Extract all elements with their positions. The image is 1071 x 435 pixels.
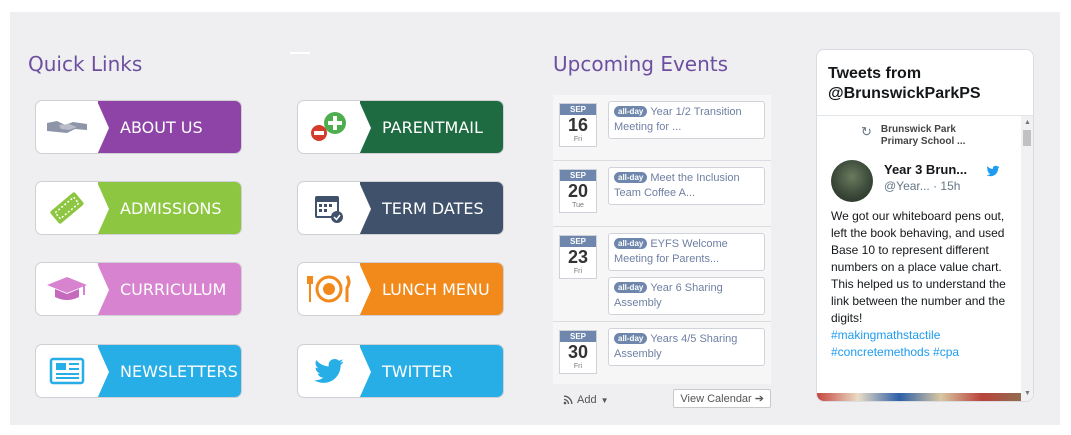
ticket-icon	[36, 182, 98, 234]
twitter-bird-icon	[986, 165, 1000, 177]
event-date: SEP 23 Fri	[559, 235, 597, 279]
tweet-handle: @Year... · 15h	[884, 179, 961, 193]
tweet-text: We got our whiteboard pens out, left the…	[831, 208, 1016, 361]
graduation-cap-icon	[36, 263, 98, 315]
scrollbar[interactable]: ▲ ▼	[1021, 116, 1033, 401]
all-day-badge: all-day	[614, 238, 648, 249]
event-group: SEP 23 Fri all-day EYFS Welcome Meeting f…	[553, 227, 771, 322]
hashtag-link[interactable]: #makingmathstactile	[831, 328, 940, 342]
quick-links-title: Quick Links	[28, 52, 143, 76]
all-day-badge: all-day	[614, 282, 648, 293]
event-group: SEP 30 Fri all-day Years 4/5 Sharing Asse…	[553, 322, 771, 384]
rss-icon	[563, 395, 573, 405]
tweet-author[interactable]: Year 3 Brun...	[884, 162, 967, 177]
event-day: 30	[567, 342, 589, 362]
view-calendar-button[interactable]: View Calendar ➔	[673, 389, 771, 408]
event-weekday: Fri	[573, 136, 583, 143]
tweet-image[interactable]	[817, 393, 1023, 401]
tweet-body: We got our whiteboard pens out, left the…	[831, 209, 1006, 325]
scrollbar-thumb[interactable]	[1023, 130, 1031, 146]
events-title: Upcoming Events	[553, 52, 729, 76]
tweet[interactable]: ↻ Brunswick Park Primary School ... Year…	[817, 116, 1023, 401]
event-day: 23	[567, 247, 589, 267]
quick-link-twitter[interactable]: TWITTER	[297, 344, 504, 398]
event-item[interactable]: all-day Meet the Inclusion Team Coffee A.…	[608, 167, 765, 205]
events-footer: Add ▼ View Calendar ➔	[553, 388, 771, 410]
quick-link-about-us[interactable]: ABOUT US	[35, 100, 242, 154]
caret-down-icon: ▼	[600, 395, 609, 405]
quick-link-label: PARENTMAIL	[359, 101, 503, 153]
scroll-up-icon[interactable]: ▲	[1024, 119, 1031, 126]
add-feed-button[interactable]: Add ▼	[563, 394, 609, 406]
event-weekday: Fri	[573, 268, 583, 275]
events-list: SEP 16 Fri all-day Year 1/2 Transition Me…	[553, 95, 771, 384]
top-strip	[0, 0, 1071, 10]
quick-link-label: ABOUT US	[97, 101, 241, 153]
quick-link-label: NEWSLETTERS	[97, 345, 241, 397]
event-item[interactable]: all-day Years 4/5 Sharing Assembly	[608, 328, 765, 366]
event-weekday: Fri	[573, 363, 583, 370]
add-mail-icon	[298, 101, 360, 153]
quick-link-newsletters[interactable]: NEWSLETTERS	[35, 344, 242, 398]
avatar[interactable]	[831, 160, 873, 202]
retweet-icon: ↻	[861, 124, 872, 139]
event-month: SEP	[560, 170, 596, 181]
hashtag-link[interactable]: #concretemethods #cpa	[831, 345, 959, 359]
event-weekday: Tue	[572, 202, 584, 209]
quick-link-label: CURRICULUM	[97, 263, 241, 315]
quick-link-admissions[interactable]: ADMISSIONS	[35, 181, 242, 235]
event-item[interactable]: all-day Year 1/2 Transition Meeting for .…	[608, 101, 765, 139]
quick-link-label: TERM DATES	[359, 182, 503, 234]
quick-link-curriculum[interactable]: CURRICULUM	[35, 262, 242, 316]
twitter-bird-icon	[298, 345, 360, 397]
retweet-line: ↻ Brunswick Park Primary School ...	[861, 124, 991, 148]
scroll-down-icon[interactable]: ▼	[1024, 390, 1031, 397]
event-month: SEP	[560, 236, 596, 247]
event-date: SEP 30 Fri	[559, 330, 597, 374]
all-day-badge: all-day	[614, 172, 648, 183]
event-date: SEP 20 Tue	[559, 169, 597, 213]
event-day: 16	[567, 115, 589, 135]
event-item[interactable]: all-day Year 6 Sharing Assembly	[608, 277, 765, 315]
event-item[interactable]: all-day EYFS Welcome Meeting for Parents.…	[608, 233, 765, 271]
event-day: 20	[567, 181, 589, 201]
quick-link-lunch-menu[interactable]: LUNCH MENU	[297, 262, 504, 316]
quick-link-label: ADMISSIONS	[97, 182, 241, 234]
event-month: SEP	[560, 104, 596, 115]
quick-link-label: LUNCH MENU	[359, 263, 503, 315]
event-group: SEP 20 Tue all-day Meet the Inclusion Tea…	[553, 161, 771, 227]
event-date: SEP 16 Fri	[559, 103, 597, 147]
handshake-icon	[36, 101, 98, 153]
quick-link-label: TWITTER	[359, 345, 503, 397]
all-day-badge: all-day	[614, 333, 648, 344]
quick-link-parentmail[interactable]: PARENTMAIL	[297, 100, 504, 154]
add-label: Add	[577, 394, 597, 406]
newspaper-icon	[36, 345, 98, 397]
all-day-badge: all-day	[614, 106, 648, 117]
quick-link-term-dates[interactable]: TERM DATES	[297, 181, 504, 235]
twitter-widget-title: Tweets from @BrunswickParkPS	[828, 65, 981, 102]
title-divider	[290, 52, 310, 54]
twitter-timeline-widget: Tweets from @BrunswickParkPS ↻ Brunswick…	[816, 49, 1034, 402]
retweeted-by: Brunswick Park Primary School ...	[880, 124, 966, 147]
event-month: SEP	[560, 331, 596, 342]
event-group: SEP 16 Fri all-day Year 1/2 Transition Me…	[553, 95, 771, 161]
calendar-icon	[298, 182, 360, 234]
cutlery-icon	[298, 263, 360, 315]
